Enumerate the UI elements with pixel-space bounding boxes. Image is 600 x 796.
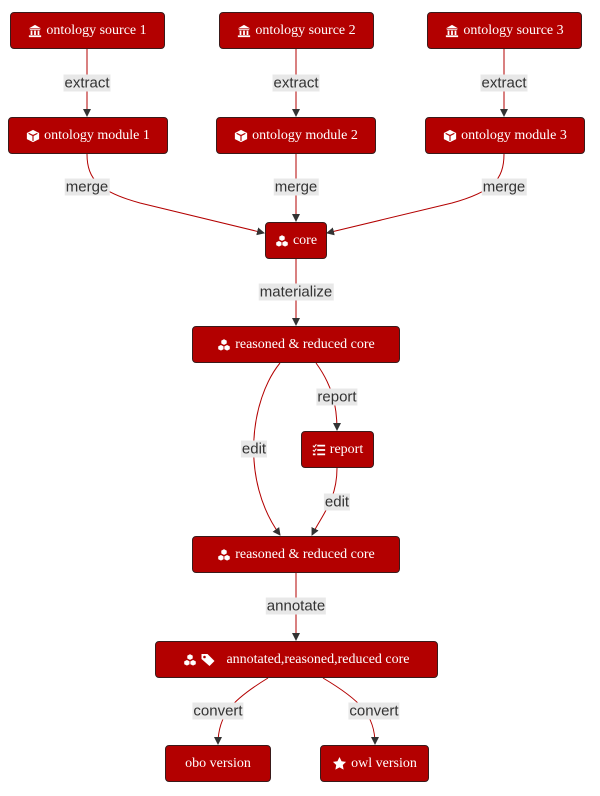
edge-mod3-core <box>326 153 505 236</box>
node-label: ontology source 3 <box>463 22 564 38</box>
node-ontology-source-1[interactable]: ontology source 1 <box>10 12 165 49</box>
edge-label-edit: edit <box>323 493 351 511</box>
edge-label-extract: extract <box>480 74 528 92</box>
cube-icon <box>26 129 40 143</box>
node-report[interactable]: report <box>301 431 374 468</box>
edge-label-convert: convert <box>192 702 244 720</box>
edge-label-merge: merge <box>64 178 110 196</box>
node-label: ontology module 1 <box>44 127 150 143</box>
cubes-icon <box>217 338 231 352</box>
cube-icon <box>443 129 457 143</box>
node-label: report <box>329 441 364 457</box>
node-annotated-core[interactable]: annotated,reasoned,reduced core <box>155 641 438 678</box>
edge-label-annotate: annotate <box>265 597 327 615</box>
node-obo-version[interactable]: obo version <box>165 745 271 782</box>
landmark-icon <box>28 24 42 38</box>
node-label: owl version <box>351 755 417 771</box>
node-reasoned-reduced-core-2[interactable]: reasoned & reduced core <box>192 536 400 573</box>
edge-label-merge: merge <box>273 178 319 196</box>
node-reasoned-reduced-core-1[interactable]: reasoned & reduced core <box>192 326 400 363</box>
tags-icon <box>200 652 217 668</box>
node-label: ontology source 2 <box>255 22 356 38</box>
edge-mod1-core <box>86 153 265 236</box>
edge-label-materialize: materialize <box>258 283 334 301</box>
node-label: reasoned & reduced core <box>235 336 375 352</box>
node-label: obo version <box>185 755 251 771</box>
edge-label-convert: convert <box>348 702 400 720</box>
cubes-icon <box>275 234 289 248</box>
node-label: ontology source 1 <box>46 22 147 38</box>
edge-label-edit: edit <box>240 440 268 458</box>
node-owl-version[interactable]: owl version <box>320 745 429 782</box>
cubes-icon <box>183 653 197 667</box>
node-label: ontology module 2 <box>252 127 358 143</box>
node-ontology-module-3[interactable]: ontology module 3 <box>425 117 585 154</box>
edge-label-extract: extract <box>63 74 111 92</box>
landmark-icon <box>445 24 459 38</box>
star-icon <box>332 756 347 771</box>
cube-icon <box>234 129 248 143</box>
tasks-icon <box>312 443 326 457</box>
node-label: ontology module 3 <box>461 127 567 143</box>
node-label: annotated,reasoned,reduced core <box>226 651 410 667</box>
edge-label-report: report <box>316 388 358 406</box>
node-core[interactable]: core <box>265 222 327 259</box>
node-ontology-source-2[interactable]: ontology source 2 <box>219 12 374 49</box>
node-ontology-module-2[interactable]: ontology module 2 <box>216 117 376 154</box>
node-label: reasoned & reduced core <box>235 546 375 562</box>
edge-label-extract: extract <box>272 74 320 92</box>
flowchart: extract extract extract merge merge merg… <box>0 0 600 796</box>
edge-label-merge: merge <box>481 178 527 196</box>
node-label: core <box>292 232 318 248</box>
cubes-icon <box>217 548 231 562</box>
landmark-icon <box>237 24 251 38</box>
node-ontology-source-3[interactable]: ontology source 3 <box>427 12 582 49</box>
node-ontology-module-1[interactable]: ontology module 1 <box>8 117 168 154</box>
